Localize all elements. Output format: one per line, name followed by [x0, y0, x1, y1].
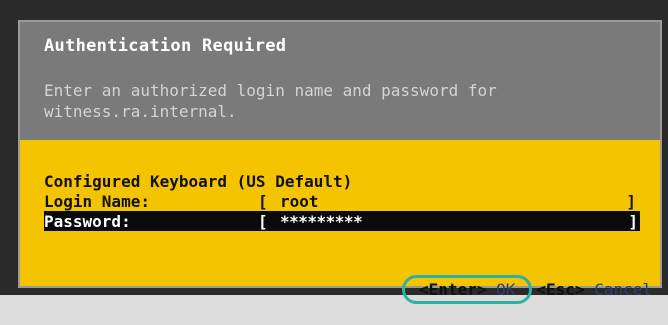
ok-label: OK — [496, 280, 516, 299]
login-close-bracket: ] — [626, 192, 636, 211]
dialog-actions: <Enter> OK <Esc> Cancel — [325, 256, 652, 323]
enter-key-hint: <Enter> — [419, 280, 487, 299]
authentication-dialog: Authentication Required Enter an authori… — [18, 20, 662, 304]
login-open-bracket: [ — [258, 192, 268, 211]
dialog-body: Configured Keyboard (US Default) Login N… — [20, 140, 660, 304]
password-input[interactable]: ********* — [280, 212, 363, 231]
login-name-input[interactable]: root — [280, 192, 319, 211]
password-close-bracket: ] — [628, 212, 638, 231]
keyboard-layout-label: Configured Keyboard (US Default) — [44, 172, 353, 191]
dialog-title: Authentication Required — [44, 36, 287, 56]
console-screen: Authentication Required Enter an authori… — [0, 0, 668, 304]
dialog-header: Authentication Required Enter an authori… — [20, 22, 660, 140]
password-label: Password: — [44, 212, 131, 231]
password-open-bracket: [ — [258, 212, 268, 231]
dialog-message: Enter an authorized login name and passw… — [44, 81, 497, 121]
cancel-label: Cancel — [594, 280, 652, 299]
login-name-label: Login Name: — [44, 192, 150, 211]
password-field[interactable]: Password: [ ********* ] — [44, 211, 640, 231]
ok-button[interactable]: <Enter> OK — [402, 275, 533, 304]
esc-key-hint: <Esc> — [536, 280, 585, 299]
cancel-button[interactable]: <Esc> Cancel — [536, 280, 652, 299]
